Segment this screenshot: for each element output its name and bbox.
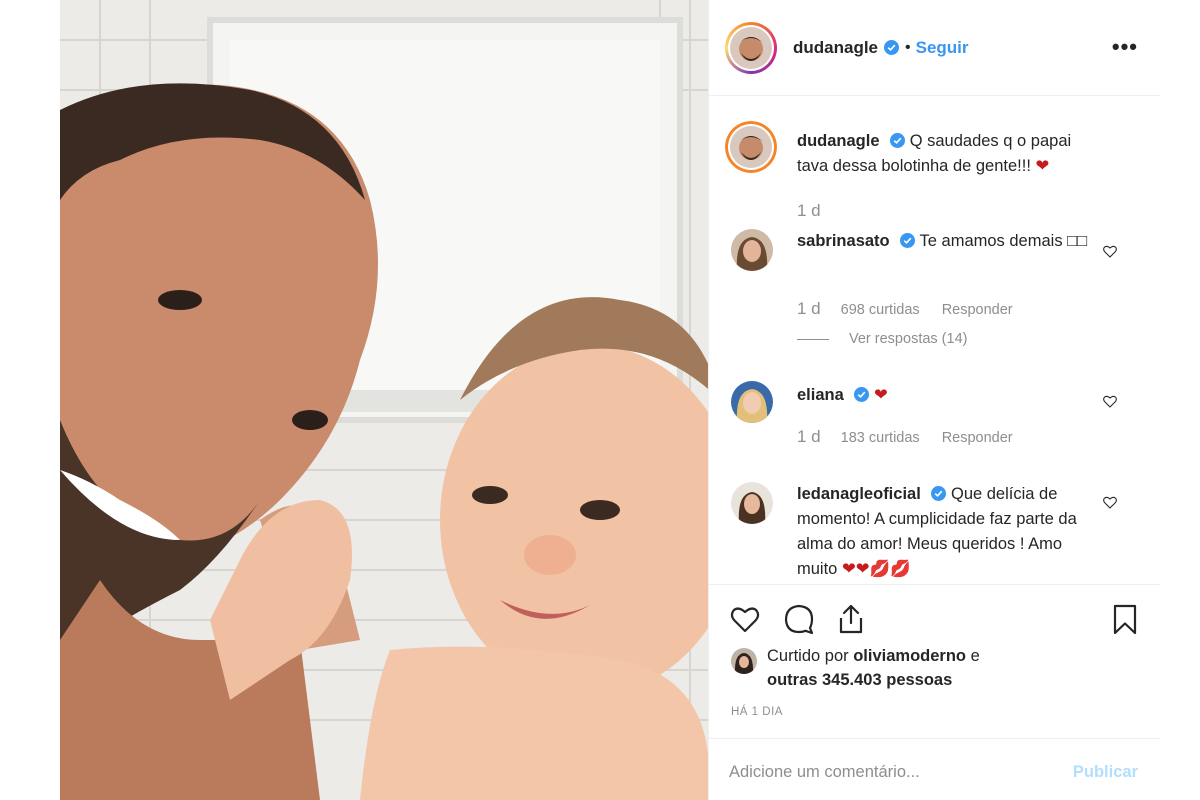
like-heart-icon[interactable] [729,603,761,635]
comment-avatar-image [731,482,773,524]
post-sidebar: dudanagle • Seguir ••• dudanagle Q sauda… [708,0,1160,800]
comment-text-block: eliana ❤ [797,383,1097,408]
verified-badge-icon [900,233,916,248]
likes-summary-text: Curtido por oliviamoderno e outras 345.4… [767,644,1131,692]
likes-others[interactable]: outras 345.403 pessoas [767,671,952,689]
reply-button[interactable]: Responder [942,430,1013,446]
caption-avatar[interactable] [725,121,777,173]
author-avatar[interactable] [725,21,777,74]
share-icon[interactable] [835,603,867,635]
comment-meta: 1 d 183 curtidas Responder [797,427,1031,447]
comment-username[interactable]: sabrinasato [797,232,890,250]
post-header: dudanagle • Seguir ••• [709,0,1160,96]
verified-badge-icon [884,40,900,55]
liker-avatar-image [731,648,757,674]
view-replies-label: Ver respostas (14) [849,331,968,347]
likes-summary: Curtido por oliviamoderno e outras 345.4… [731,644,1131,692]
post-photo[interactable] [60,0,708,800]
action-bar [709,584,1160,648]
header-separator: • [905,38,911,56]
comment-likes[interactable]: 698 curtidas [841,302,920,318]
caption-emoji: ❤ [1035,157,1050,175]
caption-meta: 1 d [797,201,837,221]
comment-text: Te amamos demais □□ [919,232,1088,250]
comment-avatar[interactable] [731,229,773,271]
comment-age[interactable]: 1 d [797,299,821,318]
comment-avatar[interactable] [731,381,773,423]
comment-age[interactable]: 1 d [797,427,821,446]
comment-input[interactable]: Adicione um comentário... [729,763,920,782]
caption-text-block: dudanagle Q saudades q o papai tava dess… [797,129,1097,179]
reply-button[interactable]: Responder [942,302,1013,318]
comment-avatar[interactable] [731,482,773,524]
publish-button[interactable]: Publicar [1073,763,1138,782]
comments-list: dudanagle Q saudades q o papai tava dess… [709,97,1160,583]
liker-username[interactable]: oliviamoderno [853,647,966,665]
comment-meta: 1 d 698 curtidas Responder [797,299,1031,319]
caption-avatar-image [725,121,777,173]
more-options-icon[interactable]: ••• [1112,34,1138,60]
comment-emoji: ❤ [873,386,888,404]
replies-line [797,338,829,340]
likes-prefix: Curtido por [767,647,849,665]
comment-username[interactable]: eliana [797,386,844,404]
verified-badge-icon [931,486,947,501]
comment-username[interactable]: ledanagleoficial [797,485,921,503]
post-timestamp[interactable]: HÁ 1 DIA [731,706,783,718]
comment-avatar-image [731,381,773,423]
photo-illustration [60,0,708,800]
author-username[interactable]: dudanagle [793,38,878,58]
caption-username[interactable]: dudanagle [797,132,880,150]
comment-text-block: sabrinasato Te amamos demais □□ [797,229,1097,254]
small-heart-icon[interactable] [1102,243,1118,259]
caption-age[interactable]: 1 d [797,201,821,220]
comment-bubble-icon[interactable] [783,603,815,635]
likes-middle: e [970,647,980,665]
small-heart-icon[interactable] [1102,494,1118,510]
follow-button[interactable]: Seguir [916,38,969,58]
author-avatar-image [730,26,772,69]
comment-avatar-image [731,229,773,271]
verified-badge-icon [890,133,906,148]
small-heart-icon[interactable] [1102,393,1118,409]
instagram-post-window: dudanagle • Seguir ••• dudanagle Q sauda… [60,0,1160,800]
bookmark-icon[interactable] [1109,603,1141,635]
verified-badge-icon [854,387,870,402]
comment-text-block: ledanagleoficial Que delícia de momento!… [797,482,1097,582]
comment-form: Adicione um comentário... Publicar [709,738,1160,800]
liker-avatar[interactable] [731,648,757,674]
view-replies[interactable]: Ver respostas (14) [797,331,967,347]
comment-likes[interactable]: 183 curtidas [841,430,920,446]
comment-emoji: ❤❤💋💋 [841,560,911,578]
